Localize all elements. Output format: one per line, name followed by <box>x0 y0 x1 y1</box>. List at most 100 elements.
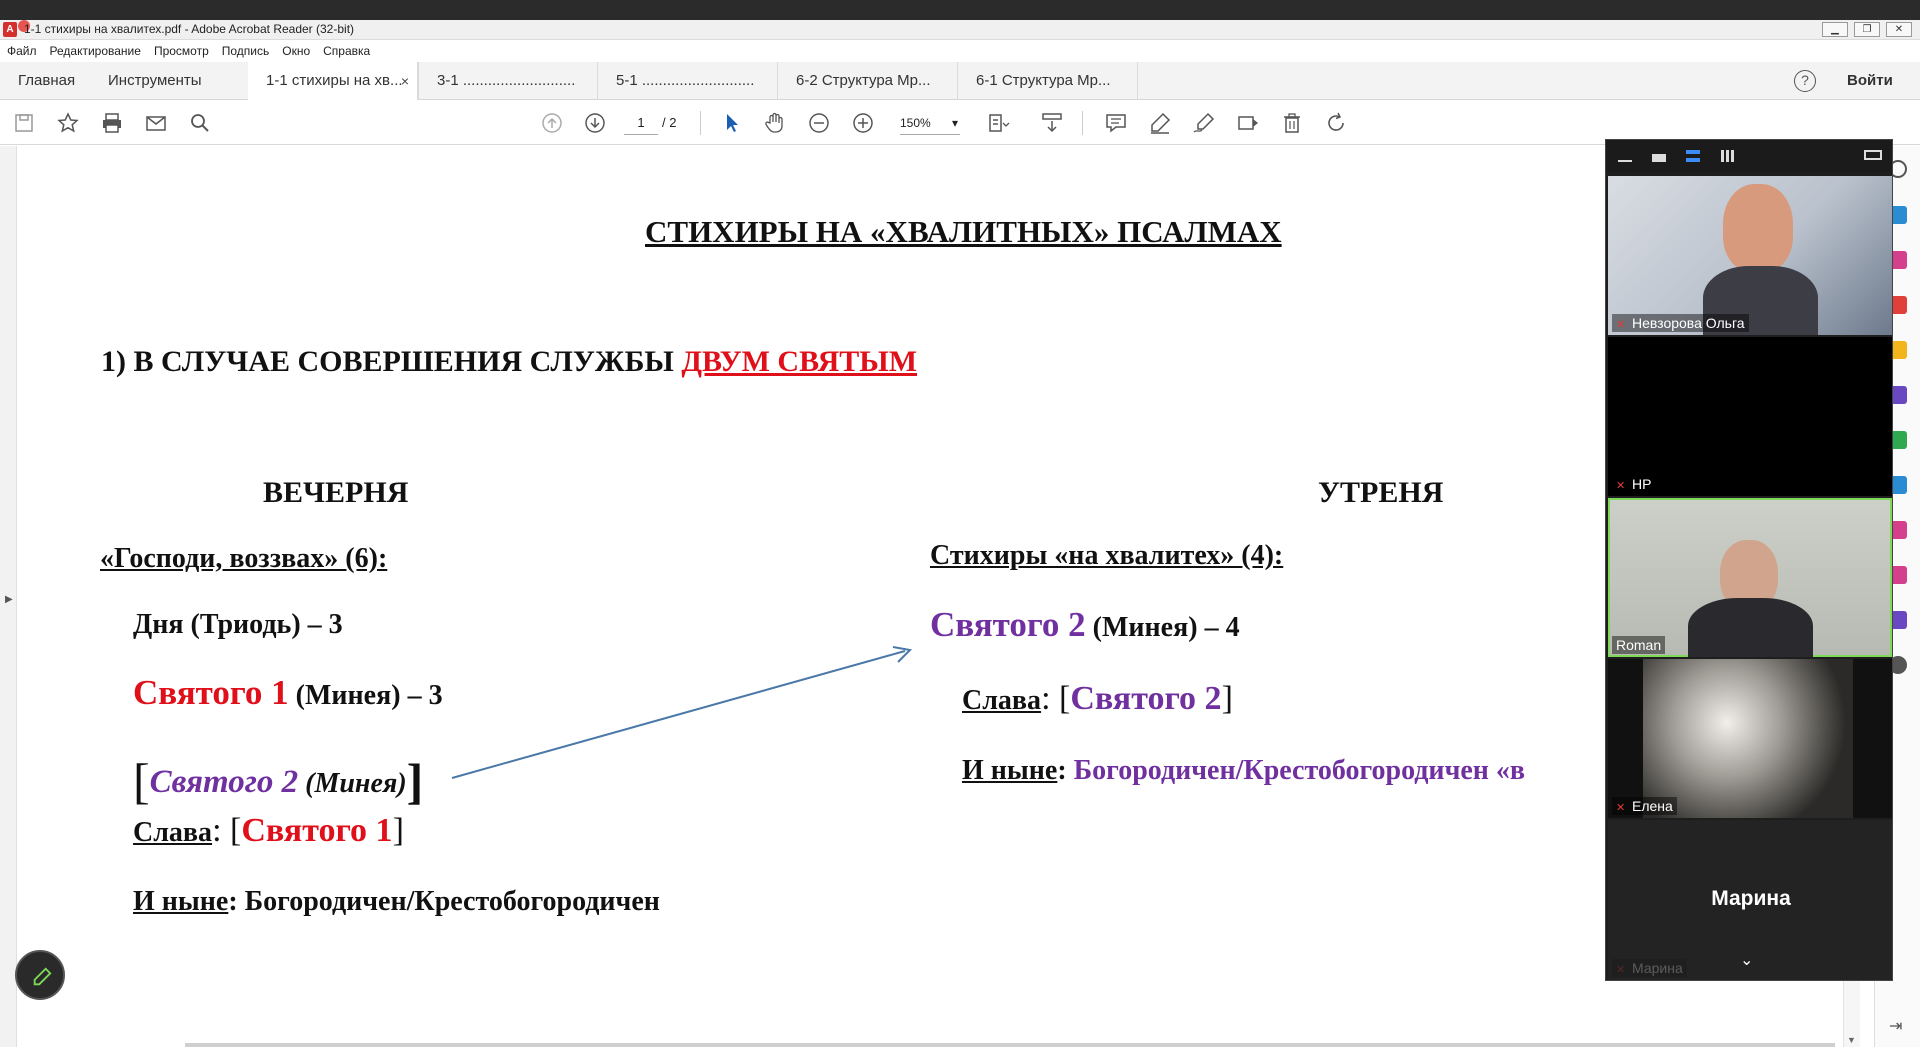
collapse-panel-icon[interactable]: ⇥ <box>1889 1016 1907 1035</box>
video-tile-participant-2[interactable]: ✕ HP <box>1608 337 1892 496</box>
menu-sign[interactable]: Подпись <box>222 41 270 61</box>
mic-muted-icon: ✕ <box>1616 319 1626 331</box>
matins-line1: Святого 2 (Минея) – 4 <box>930 605 1240 645</box>
zoom-level-select[interactable]: 150% ▾ <box>900 111 960 135</box>
matins-glory-close: ] <box>1221 680 1233 717</box>
sign-icon[interactable] <box>1192 111 1216 135</box>
tab-doc-label: 1-1 стихиры на хв... <box>266 72 403 89</box>
zoom-in-icon[interactable] <box>851 111 875 135</box>
fit-page-icon[interactable] <box>987 111 1011 135</box>
matins-now-text: Богородичен/Крестобогородичен «в <box>1073 755 1526 786</box>
scroll-mode-icon[interactable] <box>1040 111 1064 135</box>
restore-button[interactable]: ❐ <box>1854 22 1880 37</box>
vespers-line3: [Святого 2 (Минея)] <box>133 752 423 810</box>
participant-name-text: Невзорова Ольга <box>1632 315 1745 331</box>
menu-file[interactable]: Файл <box>7 41 37 61</box>
vespers-glory-saint: Святого 1 <box>241 812 393 849</box>
vespers-glory-close: ] <box>392 812 404 849</box>
bracket-open: [ <box>133 753 150 809</box>
video-tile-participant-1[interactable]: ✕ Невзорова Ольга <box>1608 176 1892 335</box>
participant-name: ✕ Марина <box>1612 959 1687 977</box>
save-icon[interactable] <box>12 111 36 135</box>
section-prefix: 1) В СЛУЧАЕ СОВЕРШЕНИЯ СЛУЖБЫ <box>101 345 682 378</box>
vespers-line1: Дня (Триодь) – 3 <box>133 609 343 640</box>
tab-doc-6-1[interactable]: 6-1 Структура Мр... <box>958 62 1138 100</box>
participant-name-text: Марина <box>1632 960 1683 976</box>
participant-name-large: Марина <box>1711 887 1791 910</box>
highlight-icon[interactable] <box>1148 111 1172 135</box>
bracket-close: ] <box>406 753 424 809</box>
minimize-button[interactable]: ▁ <box>1822 22 1848 37</box>
gallery-strip-icon[interactable] <box>1686 150 1700 162</box>
login-button[interactable]: Войти <box>1847 62 1893 100</box>
left-panel-gutter[interactable]: ▶ <box>0 146 17 1047</box>
document-title: СТИХИРЫ НА «ХВАЛИТНЫХ» ПСАЛМАХ <box>645 214 1282 249</box>
participant-name-text: Roman <box>1616 637 1662 653</box>
tab-doc-5-1[interactable]: 5-1 ........................... <box>598 62 778 100</box>
page-number-input[interactable]: 1 <box>624 111 658 135</box>
tab-doc-1-1[interactable]: 1-1 стихиры на хв... × <box>248 62 418 100</box>
menu-help[interactable]: Справка <box>323 41 370 61</box>
acrobat-app-icon: A <box>3 22 17 37</box>
video-call-panel: ✕ Невзорова Ольга ✕ HP Roman ✕ Елена Марина… <box>1605 139 1893 981</box>
gallery-grid-icon[interactable] <box>1721 150 1735 162</box>
video-tile-participant-5[interactable]: Марина ✕ Марина ⌄ <box>1608 820 1892 980</box>
vespers-saint1: Святого 1 <box>133 673 289 712</box>
hand-icon[interactable] <box>763 111 787 135</box>
menu-bar: Файл Редактирование Просмотр Подпись Окно Спр… <box>0 41 1920 61</box>
vespers-heading: ВЕЧЕРНЯ <box>263 476 409 509</box>
matins-glory-saint: Святого 2 <box>1070 680 1222 717</box>
video-tile-participant-3[interactable]: Roman <box>1608 498 1892 657</box>
scroll-down-icon[interactable]: ▼ <box>1847 1035 1856 1045</box>
rotate-icon[interactable] <box>1324 111 1348 135</box>
tab-close-icon[interactable]: × <box>401 62 409 100</box>
mic-muted-icon: ✕ <box>1616 964 1626 976</box>
chevron-down-icon: ▾ <box>951 116 958 130</box>
comment-icon[interactable] <box>1104 111 1128 135</box>
vespers-now: И ныне: Богородичен/Крестобогородичен <box>133 886 660 918</box>
help-icon[interactable]: ? <box>1794 70 1816 92</box>
delete-icon[interactable] <box>1280 111 1304 135</box>
tab-home[interactable]: Главная <box>0 62 100 100</box>
expand-panel-icon[interactable]: ▶ <box>5 594 13 605</box>
participant-avatar <box>1723 184 1793 272</box>
chevron-down-icon[interactable]: ⌄ <box>1740 950 1753 970</box>
mail-icon[interactable] <box>144 111 168 135</box>
toolbar-separator <box>1082 111 1083 135</box>
section-heading: 1) В СЛУЧАЕ СОВЕРШЕНИЯ СЛУЖБЫ ДВУМ СВЯТЫ… <box>101 345 917 379</box>
pop-out-icon[interactable] <box>1864 150 1882 160</box>
zoom-out-icon[interactable] <box>807 111 831 135</box>
participant-video <box>1643 659 1853 818</box>
page-up-icon[interactable] <box>540 111 564 135</box>
participant-name: ✕ Елена <box>1612 797 1677 815</box>
participant-name-text: Елена <box>1632 798 1673 814</box>
print-icon[interactable] <box>100 111 124 135</box>
tab-doc-3-1[interactable]: 3-1 ........................... <box>418 62 598 100</box>
matins-glory-label: Слава <box>962 685 1042 716</box>
matins-saint2: Святого 2 <box>930 605 1086 644</box>
participant-name: Roman <box>1612 636 1666 654</box>
minimize-video-icon[interactable] <box>1618 160 1632 162</box>
tab-bar: Главная Инструменты 1-1 стихиры на хв...… <box>0 62 1920 100</box>
video-tile-participant-4[interactable]: ✕ Елена <box>1608 659 1892 818</box>
edit-icon[interactable] <box>1236 111 1260 135</box>
star-icon[interactable] <box>56 111 80 135</box>
participant-body <box>1688 598 1813 657</box>
annotate-pen-button[interactable] <box>15 950 65 1000</box>
menu-view[interactable]: Просмотр <box>154 41 209 61</box>
menu-window[interactable]: Окно <box>282 41 310 61</box>
matins-glory: Слава: [Святого 2] <box>962 680 1233 718</box>
matins-now-label: И ныне <box>962 755 1058 786</box>
speaker-view-icon[interactable] <box>1652 154 1666 162</box>
participant-name: ✕ Невзорова Ольга <box>1612 314 1749 332</box>
menu-edit[interactable]: Редактирование <box>50 41 141 61</box>
mic-muted-icon: ✕ <box>1616 480 1626 492</box>
search-icon[interactable] <box>188 111 212 135</box>
tab-tools[interactable]: Инструменты <box>90 62 250 100</box>
page-down-icon[interactable] <box>583 111 607 135</box>
tab-doc-6-2[interactable]: 6-2 Структура Мр... <box>778 62 958 100</box>
select-arrow-icon[interactable] <box>720 111 744 135</box>
horizontal-scrollbar[interactable] <box>185 1043 1835 1047</box>
close-button[interactable]: ✕ <box>1886 22 1912 37</box>
window-title-bar: A 1-1 стихиры на хвалитех.pdf - Adobe Ac… <box>0 20 1920 40</box>
